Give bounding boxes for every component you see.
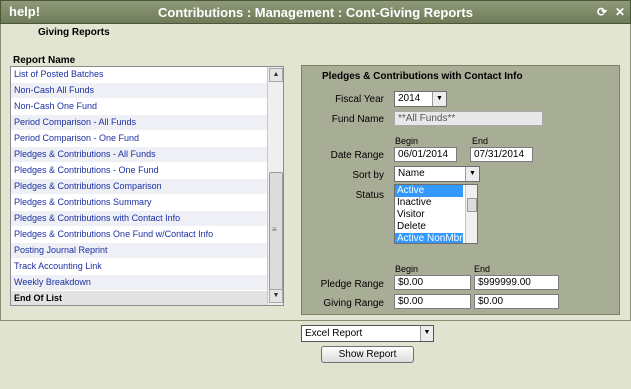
giving-range-label: Giving Range: [323, 298, 384, 309]
status-option[interactable]: Inactive: [395, 197, 463, 209]
page-heading: Giving Reports: [38, 27, 110, 38]
title-bar: help! Contributions : Management : Cont-…: [0, 0, 631, 24]
sort-by-value: Name: [398, 168, 425, 179]
fund-name-field: **All Funds**: [394, 111, 543, 126]
report-list-items: List of Posted Batches Non-Cash All Funds…: [11, 67, 267, 305]
report-list-scrollbar[interactable]: ▲ ≡ ▼: [267, 67, 283, 305]
report-list[interactable]: List of Posted Batches Non-Cash All Funds…: [10, 66, 284, 306]
pledge-begin-input[interactable]: $0.00: [394, 275, 471, 290]
list-item[interactable]: Pledges & Contributions One Fund w/Conta…: [11, 227, 267, 243]
list-item[interactable]: Pledges & Contributions - One Fund: [11, 163, 267, 179]
list-item[interactable]: Pledges & Contributions - All Funds: [11, 147, 267, 163]
fiscal-year-select[interactable]: 2014 ▼: [394, 91, 447, 107]
list-item[interactable]: Period Comparison - One Fund: [11, 131, 267, 147]
status-label: Status: [355, 190, 384, 201]
list-item[interactable]: Track Accounting Link: [11, 259, 267, 275]
fiscal-year-label: Fiscal Year: [335, 94, 384, 105]
scroll-down-icon[interactable]: ▼: [269, 289, 283, 303]
fiscal-year-value: 2014: [398, 93, 421, 104]
end-of-list: End Of List: [11, 291, 267, 305]
pledge-end-header: End: [474, 264, 491, 274]
report-options-panel: Pledges & Contributions with Contact Inf…: [301, 65, 620, 315]
list-item[interactable]: Non-Cash All Funds: [11, 83, 267, 99]
list-item[interactable]: Weekly Breakdown: [11, 275, 267, 291]
list-item[interactable]: Pledges & Contributions Comparison: [11, 179, 267, 195]
grip-icon: ≡: [272, 225, 277, 234]
pledge-end-input[interactable]: $999999.00: [474, 275, 559, 290]
report-format-value: Excel Report: [305, 328, 363, 339]
date-begin-input[interactable]: 06/01/2014: [394, 147, 457, 162]
sort-by-label: Sort by: [352, 170, 384, 181]
report-format-select[interactable]: Excel Report ▼: [301, 325, 434, 342]
status-scrollbar[interactable]: [465, 185, 477, 243]
date-range-label: Date Range: [330, 150, 384, 161]
status-listbox[interactable]: Active Inactive Visitor Delete Active NonMbr: [394, 184, 478, 244]
giving-begin-input[interactable]: $0.00: [394, 294, 471, 309]
chevron-down-icon[interactable]: ▼: [420, 326, 433, 341]
list-item[interactable]: Period Comparison - All Funds: [11, 115, 267, 131]
status-option[interactable]: Active: [395, 185, 463, 197]
pledge-range-label: Pledge Range: [320, 279, 384, 290]
list-item[interactable]: List of Posted Batches: [11, 67, 267, 83]
scroll-thumb[interactable]: ≡: [269, 172, 283, 290]
status-option[interactable]: Delete: [395, 221, 463, 233]
report-name-label: Report Name: [13, 55, 76, 66]
date-end-input[interactable]: 07/31/2014: [470, 147, 533, 162]
status-option[interactable]: Active NonMbr: [395, 233, 463, 243]
sort-by-select[interactable]: Name ▼: [394, 166, 480, 182]
date-end-header: End: [472, 136, 489, 146]
window-title: Contributions : Management : Cont-Giving…: [158, 5, 473, 20]
chevron-down-icon[interactable]: ▼: [465, 167, 479, 181]
chevron-down-icon[interactable]: ▼: [432, 92, 446, 106]
close-icon[interactable]: ✕: [615, 5, 625, 19]
pledge-begin-header: Begin: [395, 264, 419, 274]
fund-name-label: Fund Name: [331, 114, 384, 125]
status-scroll-thumb[interactable]: [467, 198, 477, 212]
scroll-up-icon[interactable]: ▲: [269, 68, 283, 82]
list-item[interactable]: Pledges & Contributions with Contact Inf…: [11, 211, 267, 227]
giving-end-input[interactable]: $0.00: [474, 294, 559, 309]
date-begin-header: Begin: [395, 136, 419, 146]
show-report-button[interactable]: Show Report: [321, 346, 414, 363]
status-option[interactable]: Visitor: [395, 209, 463, 221]
panel-title: Pledges & Contributions with Contact Inf…: [322, 71, 523, 82]
list-item[interactable]: Pledges & Contributions Summary: [11, 195, 267, 211]
list-item[interactable]: Non-Cash One Fund: [11, 99, 267, 115]
refresh-icon[interactable]: ⟳: [597, 5, 607, 19]
list-item[interactable]: Posting Journal Reprint: [11, 243, 267, 259]
